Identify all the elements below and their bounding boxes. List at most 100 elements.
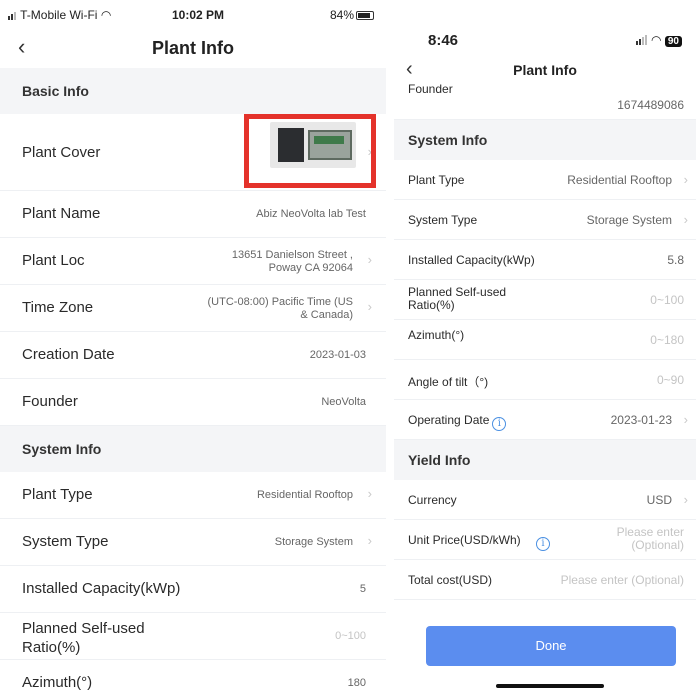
signal-icon: [8, 9, 17, 23]
info-icon[interactable]: i: [492, 417, 507, 431]
system-type-row[interactable]: System Type Storage System ›: [394, 200, 696, 240]
system-type-label: System Type: [22, 533, 109, 550]
plant-name-value: Abiz NeoVolta lab Test: [256, 208, 366, 220]
plant-type-row[interactable]: Plant Type Residential Rooftop ›: [394, 160, 696, 200]
plant-type-value: Residential Rooftop: [567, 173, 672, 187]
azimuth-row[interactable]: Azimuth(°) 180: [0, 660, 386, 698]
nav-bar: ‹ Plant Info: [394, 59, 696, 84]
self-used-label-line2: Ratio(%): [22, 639, 81, 656]
unit-price-input[interactable]: Please enter (Optional): [617, 526, 684, 552]
founder-value: 1674489086: [617, 98, 684, 112]
installed-capacity-value: 5: [359, 583, 366, 595]
installed-capacity-value[interactable]: 5.8: [667, 253, 684, 267]
system-type-value: Storage System: [586, 213, 672, 227]
unit-price-placeholder-line2: (Optional): [631, 538, 684, 552]
time-zone-label: Time Zone: [22, 299, 94, 316]
section-system-info: System Info: [0, 426, 386, 472]
plant-type-value: Residential Rooftop: [256, 489, 353, 501]
azimuth-value[interactable]: 180: [348, 677, 366, 689]
status-time: 10:02 PM: [172, 8, 225, 22]
chevron-right-icon: ›: [367, 486, 372, 501]
system-type-label: System Type: [408, 213, 478, 227]
nav-bar: ‹ Plant Info: [0, 30, 386, 68]
time-zone-line2: & Canada): [300, 309, 353, 321]
angle-of-tilt-input[interactable]: 0~90: [657, 373, 684, 387]
status-time: 8:46: [428, 32, 459, 49]
azimuth-row[interactable]: Azimuth(°) 0~180: [394, 320, 696, 360]
plant-type-row[interactable]: Plant Type Residential Rooftop ›: [0, 472, 386, 519]
self-used-ratio-row[interactable]: Planned Self-used Ratio(%) 0~100: [0, 613, 386, 660]
plant-name-row[interactable]: Plant Name Abiz NeoVolta lab Test: [0, 191, 386, 238]
plant-loc-label: Plant Loc: [22, 252, 85, 269]
divider: [386, 0, 394, 698]
self-used-ratio-input[interactable]: 0~100: [650, 293, 684, 307]
total-cost-input[interactable]: Please enter (Optional): [561, 573, 684, 587]
battery-group: 84%: [330, 8, 374, 22]
system-type-row[interactable]: System Type Storage System ›: [0, 519, 386, 566]
battery-icon: [356, 11, 374, 20]
azimuth-label: Azimuth(°): [408, 328, 465, 342]
total-cost-row[interactable]: Total cost(USD) Please enter (Optional): [394, 560, 696, 600]
home-indicator: [496, 684, 604, 688]
chevron-right-icon: ›: [367, 299, 372, 314]
chevron-right-icon: ›: [367, 252, 372, 267]
section-basic-info: Basic Info: [0, 68, 386, 114]
right-screenshot: 8:46 ◠ 90 ‹ Plant Info Founder 167448908…: [394, 0, 696, 698]
info-icon[interactable]: i: [536, 537, 551, 551]
status-icons: ◠ 90: [635, 33, 682, 48]
unit-price-row[interactable]: Unit Price(USD/kWh) i Please enter (Opti…: [394, 520, 696, 560]
operating-date-row[interactable]: Operating Date i 2023-01-23 ›: [394, 400, 696, 440]
self-used-ratio-input[interactable]: 0~100: [335, 630, 366, 642]
chevron-right-icon: ›: [683, 212, 688, 227]
time-zone-value: (UTC-08:00) Pacific Time (US & Canada): [208, 296, 353, 322]
status-bar: T-Mobile Wi-Fi ◠ 10:02 PM 84%: [0, 0, 386, 30]
self-used-label-line2: Ratio(%): [408, 298, 455, 312]
done-button[interactable]: Done: [426, 626, 676, 666]
founder-row: Founder NeoVolta: [0, 379, 386, 426]
plant-loc-line1: 13651 Danielson Street ,: [231, 249, 353, 261]
installed-capacity-row[interactable]: Installed Capacity(kWp) 5.8: [394, 240, 696, 280]
installed-capacity-label: Installed Capacity(kWp): [408, 253, 535, 267]
unit-price-label: Unit Price(USD/kWh): [408, 533, 521, 547]
page-title: Plant Info: [513, 62, 577, 78]
plant-type-label: Plant Type: [408, 173, 465, 187]
self-used-label-line1: Planned Self-used: [22, 620, 145, 637]
currency-label: Currency: [408, 493, 457, 507]
founder-label: Founder: [408, 82, 453, 96]
plant-loc-row[interactable]: Plant Loc 13651 Danielson Street , Poway…: [0, 238, 386, 285]
battery-percent: 84%: [329, 8, 354, 22]
chevron-right-icon: ›: [367, 144, 372, 159]
total-cost-label: Total cost(USD): [408, 573, 493, 587]
unit-price-placeholder-line1: Please enter: [616, 525, 684, 539]
currency-value: USD: [646, 493, 672, 507]
plant-cover-row[interactable]: Plant Cover ›: [0, 114, 386, 191]
wifi-icon: ◠: [100, 8, 112, 22]
plant-loc-line2: Poway CA 92064: [268, 262, 353, 274]
carrier-label: T-Mobile Wi-Fi: [20, 8, 98, 22]
installed-capacity-row[interactable]: Installed Capacity(kWp) 5: [0, 566, 386, 613]
azimuth-label: Azimuth(°): [22, 674, 93, 691]
self-used-ratio-row[interactable]: Planned Self-used Ratio(%) 0~100: [394, 280, 696, 320]
creation-date-row: Creation Date 2023-01-03: [0, 332, 386, 379]
section-system-info: System Info: [394, 120, 696, 160]
chevron-right-icon: ›: [367, 533, 372, 548]
time-zone-line1: (UTC-08:00) Pacific Time (US: [207, 296, 353, 308]
plant-loc-value: 13651 Danielson Street , Poway CA 92064: [232, 249, 353, 275]
angle-of-tilt-row[interactable]: Angle of tilt（°) 0~90: [394, 360, 696, 400]
section-yield-info: Yield Info: [394, 440, 696, 480]
angle-of-tilt-label: Angle of tilt（°): [408, 375, 489, 389]
unit-price-label-group: Unit Price(USD/kWh) i: [408, 533, 551, 551]
azimuth-input[interactable]: 0~180: [650, 333, 684, 347]
founder-value: NeoVolta: [321, 396, 366, 408]
battery-icon: 90: [664, 36, 682, 47]
self-used-ratio-label: Planned Self-used Ratio(%): [22, 619, 145, 657]
left-screenshot: T-Mobile Wi-Fi ◠ 10:02 PM 84% ‹ Plant In…: [0, 0, 386, 698]
operating-date-label: Operating Date: [408, 413, 490, 427]
plant-cover-image[interactable]: [270, 122, 356, 168]
founder-row: Founder 1674489086: [394, 82, 696, 120]
carrier-group: T-Mobile Wi-Fi ◠: [8, 8, 111, 23]
currency-row[interactable]: Currency USD ›: [394, 480, 696, 520]
operating-date-label-group: Operating Date i: [408, 413, 507, 431]
self-used-label-line1: Planned Self-used: [408, 285, 507, 299]
time-zone-row[interactable]: Time Zone (UTC-08:00) Pacific Time (US &…: [0, 285, 386, 332]
